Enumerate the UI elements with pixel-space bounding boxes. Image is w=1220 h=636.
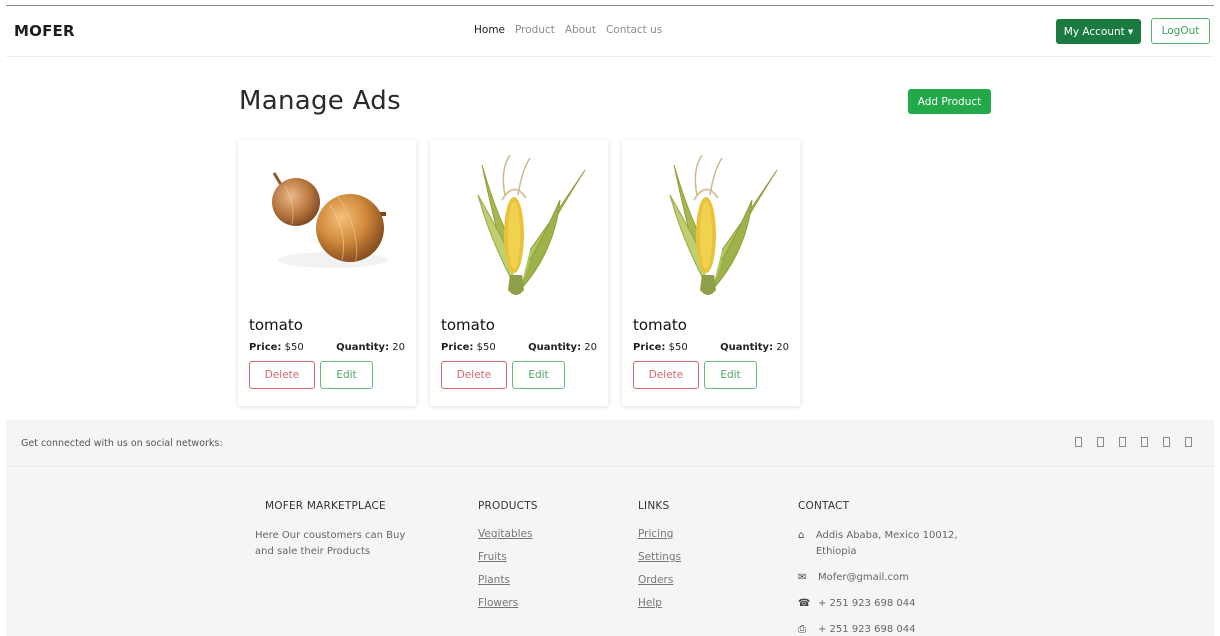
quantity-label: Quantity: bbox=[528, 342, 582, 353]
product-name: tomato bbox=[441, 316, 495, 334]
twitter-icon[interactable] bbox=[1097, 437, 1104, 447]
contact-email-text: Mofer@gmail.com bbox=[818, 572, 909, 583]
edit-button[interactable]: Edit bbox=[320, 361, 373, 389]
product-price: Price: $50 bbox=[633, 342, 688, 353]
brand-logo[interactable]: MOFER bbox=[14, 22, 75, 40]
quantity-label: Quantity: bbox=[720, 342, 774, 353]
contact-address-text: Addis Ababa, Mexico 10012, Ethiopia bbox=[815, 530, 958, 557]
footer-products-heading: PRODUCTS bbox=[478, 500, 538, 512]
edit-button[interactable]: Edit bbox=[704, 361, 757, 389]
contact-phone-text: + 251 923 698 044 bbox=[818, 598, 916, 609]
footer-about-heading: MOFER MARKETPLACE bbox=[265, 500, 386, 512]
quantity-value: 20 bbox=[584, 342, 597, 353]
contact-address: ⌂ Addis Ababa, Mexico 10012, Ethiopia bbox=[798, 528, 968, 560]
contact-email: ✉ Mofer@gmail.com bbox=[798, 570, 968, 586]
product-name: tomato bbox=[633, 316, 687, 334]
price-value: $50 bbox=[668, 342, 688, 353]
product-quantity: Quantity: 20 bbox=[720, 342, 789, 353]
page-title: Manage Ads bbox=[239, 86, 401, 116]
nav-link-home[interactable]: Home bbox=[474, 24, 505, 36]
linkedin-icon[interactable] bbox=[1163, 437, 1170, 447]
social-icons bbox=[1075, 437, 1192, 447]
footer-link-help[interactable]: Help bbox=[638, 597, 681, 609]
product-quantity: Quantity: 20 bbox=[336, 342, 405, 353]
instagram-icon[interactable] bbox=[1141, 437, 1148, 447]
footer-link-orders[interactable]: Orders bbox=[638, 574, 681, 586]
nav-links: Home Product About Contact us bbox=[474, 24, 662, 36]
footer-link-fruits[interactable]: Fruits bbox=[478, 551, 538, 563]
social-bar: Get connected with us on social networks… bbox=[6, 420, 1214, 467]
product-card: tomato Price: $50 Quantity: 20 Delete Ed… bbox=[622, 140, 800, 406]
footer-links: LINKS Pricing Settings Orders Help bbox=[638, 500, 681, 620]
nav-link-contact[interactable]: Contact us bbox=[606, 24, 662, 36]
price-value: $50 bbox=[284, 342, 304, 353]
contact-phone: ☎ + 251 923 698 044 bbox=[798, 596, 968, 612]
delete-button[interactable]: Delete bbox=[633, 361, 699, 389]
product-card: tomato Price: $50 Quantity: 20 Delete Ed… bbox=[430, 140, 608, 406]
contact-fax: ⎙ + 251 923 698 044 bbox=[798, 622, 968, 636]
footer-about: MOFER MARKETPLACE Here Our coustomers ca… bbox=[255, 500, 425, 560]
footer-links-heading: LINKS bbox=[638, 500, 670, 512]
add-product-button[interactable]: Add Product bbox=[908, 89, 991, 114]
footer-contact: CONTACT ⌂ Addis Ababa, Mexico 10012, Eth… bbox=[798, 500, 968, 636]
social-text: Get connected with us on social networks… bbox=[21, 438, 223, 449]
price-label: Price: bbox=[633, 342, 666, 353]
product-name: tomato bbox=[249, 316, 303, 334]
delete-button[interactable]: Delete bbox=[441, 361, 507, 389]
edit-button[interactable]: Edit bbox=[512, 361, 565, 389]
logout-button[interactable]: LogOut bbox=[1151, 18, 1210, 44]
product-quantity: Quantity: 20 bbox=[528, 342, 597, 353]
footer-link-pricing[interactable]: Pricing bbox=[638, 528, 681, 540]
contact-fax-text: + 251 923 698 044 bbox=[818, 624, 916, 635]
github-icon[interactable] bbox=[1185, 437, 1192, 447]
footer-link-flowers[interactable]: Flowers bbox=[478, 597, 538, 609]
footer: MOFER MARKETPLACE Here Our coustomers ca… bbox=[6, 468, 1214, 636]
footer-about-text: Here Our coustomers can Buy and sale the… bbox=[255, 530, 406, 557]
footer-link-settings[interactable]: Settings bbox=[638, 551, 681, 563]
footer-link-plants[interactable]: Plants bbox=[478, 574, 538, 586]
my-account-button[interactable]: My Account ▼ bbox=[1056, 19, 1141, 44]
quantity-label: Quantity: bbox=[336, 342, 390, 353]
facebook-icon[interactable] bbox=[1075, 437, 1082, 447]
price-value: $50 bbox=[476, 342, 496, 353]
quantity-value: 20 bbox=[776, 342, 789, 353]
product-image-corn bbox=[622, 140, 800, 305]
home-icon: ⌂ bbox=[798, 530, 805, 541]
product-price: Price: $50 bbox=[441, 342, 496, 353]
delete-button[interactable]: Delete bbox=[249, 361, 315, 389]
navbar: MOFER Home Product About Contact us My A… bbox=[6, 6, 1214, 57]
footer-contact-heading: CONTACT bbox=[798, 500, 850, 512]
price-label: Price: bbox=[249, 342, 282, 353]
footer-products: PRODUCTS Vegitables Fruits Plants Flower… bbox=[478, 500, 538, 620]
quantity-value: 20 bbox=[392, 342, 405, 353]
footer-link-vegitables[interactable]: Vegitables bbox=[478, 528, 538, 540]
product-price: Price: $50 bbox=[249, 342, 304, 353]
nav-link-product[interactable]: Product bbox=[515, 24, 555, 36]
product-image-corn bbox=[430, 140, 608, 305]
nav-link-about[interactable]: About bbox=[565, 24, 596, 36]
envelope-icon: ✉ bbox=[798, 572, 807, 583]
product-image-onions bbox=[238, 140, 416, 305]
my-account-label: My Account bbox=[1063, 25, 1125, 38]
caret-down-icon: ▼ bbox=[1127, 27, 1134, 36]
print-icon: ⎙ bbox=[798, 624, 806, 635]
product-card: tomato Price: $50 Quantity: 20 Delete Ed… bbox=[238, 140, 416, 406]
price-label: Price: bbox=[441, 342, 474, 353]
phone-icon: ☎ bbox=[798, 598, 811, 609]
google-icon[interactable] bbox=[1119, 437, 1126, 447]
